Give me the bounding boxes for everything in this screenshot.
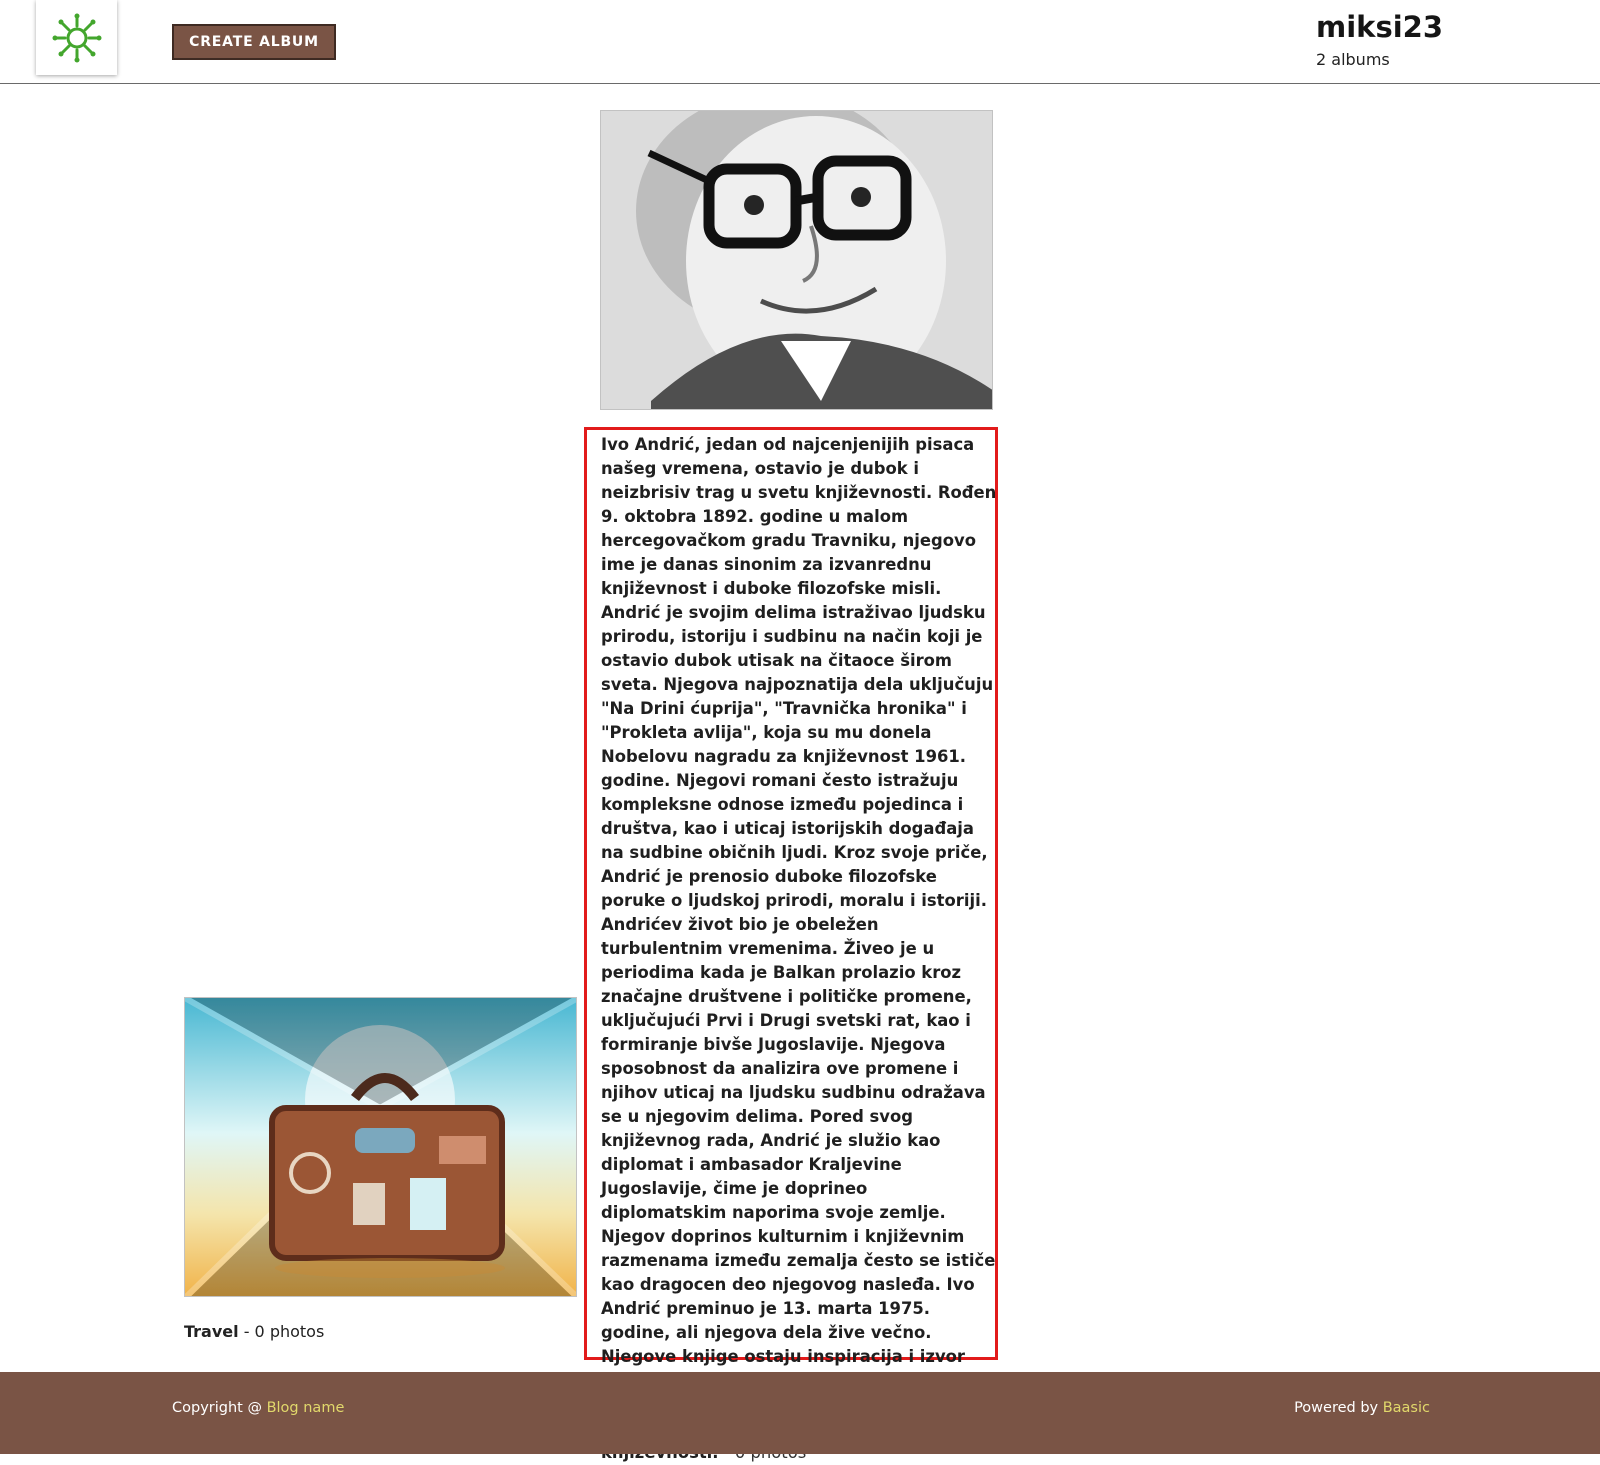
- copyright-prefix: Copyright @: [172, 1400, 267, 1416]
- site-footer: Copyright @ Blog name Powered by Baasic: [0, 1372, 1600, 1454]
- portrait-album-image[interactable]: [600, 110, 993, 410]
- blog-name-link[interactable]: Blog name: [267, 1400, 345, 1416]
- site-header: CREATE ALBUM miksi23 2 albums: [0, 0, 1600, 84]
- photo-count: - 0 photos: [238, 1322, 325, 1341]
- travel-album-image[interactable]: [184, 997, 577, 1297]
- copyright-text: Copyright @ Blog name: [172, 1400, 344, 1416]
- portrait-image: [601, 111, 992, 409]
- powered-by-text: Powered by Baasic: [1294, 1400, 1430, 1416]
- powered-by-prefix: Powered by: [1294, 1400, 1383, 1416]
- suitcase-image: [185, 998, 576, 1296]
- sun-logo-icon: [52, 13, 101, 62]
- album-title[interactable]: Travel: [184, 1322, 239, 1341]
- user-name: miksi23: [1316, 10, 1444, 44]
- site-logo[interactable]: [36, 0, 117, 75]
- album-description: Ivo Andrić, jedan od najcenjenijih pisac…: [601, 433, 997, 1465]
- baasic-link[interactable]: Baasic: [1383, 1400, 1430, 1416]
- create-album-button[interactable]: CREATE ALBUM: [172, 24, 336, 60]
- album-count: 2 albums: [1316, 50, 1390, 69]
- travel-album-caption: Travel - 0 photos: [184, 1322, 324, 1341]
- album-description-text: Ivo Andrić, jedan od najcenjenijih pisac…: [601, 435, 997, 1462]
